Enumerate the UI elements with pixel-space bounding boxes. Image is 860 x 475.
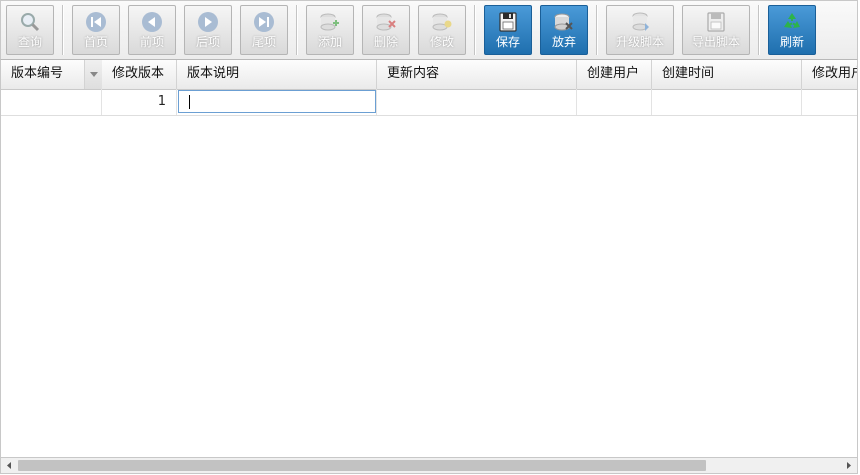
cell-modifier[interactable] xyxy=(802,89,857,115)
add-button[interactable]: 添加 xyxy=(306,5,354,55)
data-grid: 版本编号 修改版本 版本说明 更新内容 创建用户 创建时间 修改用户 1 xyxy=(0,60,858,457)
skip-last-icon xyxy=(254,12,274,32)
grid-header: 版本编号 修改版本 版本说明 更新内容 创建用户 创建时间 修改用户 xyxy=(1,60,857,90)
search-icon xyxy=(21,13,40,32)
cell-creator[interactable] xyxy=(577,89,652,115)
toolbar: 查询 首页 前项 后项 尾项 添加 删除 修改 保存 放弃 升级脚本 导出脚本 … xyxy=(0,0,858,60)
upgrade-script-button[interactable]: 升级脚本 xyxy=(606,5,674,55)
chevron-left-icon xyxy=(142,12,162,32)
next-button[interactable]: 后项 xyxy=(184,5,232,55)
discard-button[interactable]: 放弃 xyxy=(540,5,588,55)
column-header-description[interactable]: 版本说明 xyxy=(177,60,377,89)
prev-button[interactable]: 前项 xyxy=(128,5,176,55)
floppy-disk-icon xyxy=(499,12,517,32)
scroll-left-icon[interactable] xyxy=(1,458,18,473)
description-edit-field[interactable] xyxy=(178,90,376,113)
edit-record-icon xyxy=(432,13,452,31)
last-page-button[interactable]: 尾项 xyxy=(240,5,288,55)
delete-record-icon xyxy=(376,13,396,31)
export-floppy-icon xyxy=(707,12,725,32)
scroll-right-icon[interactable] xyxy=(840,458,857,473)
save-button[interactable]: 保存 xyxy=(484,5,532,55)
column-header-creator[interactable]: 创建用户 xyxy=(577,60,652,89)
delete-button[interactable]: 删除 xyxy=(362,5,410,55)
scrollbar-thumb[interactable] xyxy=(18,460,706,471)
cell-created-at[interactable] xyxy=(652,89,802,115)
discard-record-icon xyxy=(554,13,573,31)
column-header-content[interactable]: 更新内容 xyxy=(377,60,577,89)
column-sort-dropdown-icon[interactable] xyxy=(84,60,102,89)
add-record-icon xyxy=(320,13,339,31)
table-row[interactable]: 1 xyxy=(1,89,857,116)
horizontal-scrollbar[interactable] xyxy=(0,457,858,474)
column-header-modifier[interactable]: 修改用户 xyxy=(802,60,857,89)
text-caret xyxy=(189,95,190,109)
chevron-right-icon xyxy=(198,12,218,32)
upgrade-database-icon xyxy=(632,12,649,31)
query-button[interactable]: 查询 xyxy=(6,5,54,55)
refresh-button[interactable]: 刷新 xyxy=(768,5,816,55)
cell-content[interactable] xyxy=(377,89,577,115)
export-script-button[interactable]: 导出脚本 xyxy=(682,5,750,55)
skip-first-icon xyxy=(86,12,106,32)
cell-revision[interactable]: 1 xyxy=(102,89,177,115)
column-header-created-at[interactable]: 创建时间 xyxy=(652,60,802,89)
first-page-button[interactable]: 首页 xyxy=(72,5,120,55)
recycle-refresh-icon xyxy=(784,13,800,28)
column-header-revision[interactable]: 修改版本 xyxy=(102,60,177,89)
edit-button[interactable]: 修改 xyxy=(418,5,466,55)
cell-version-no[interactable] xyxy=(1,89,102,115)
